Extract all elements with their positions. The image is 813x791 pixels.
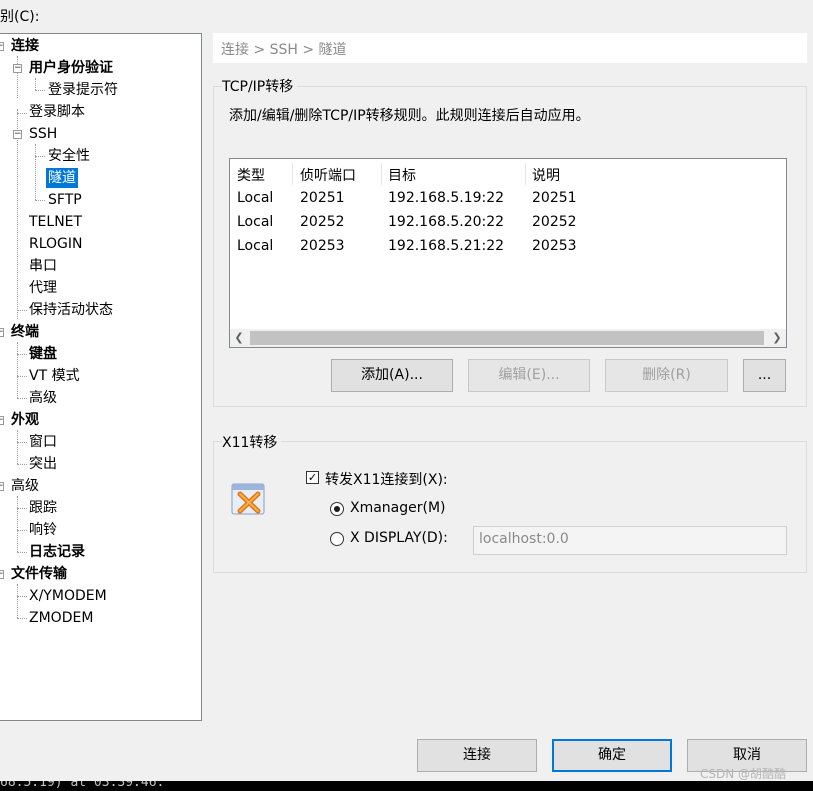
table-cell[interactable]: 192.168.5.20:22 — [388, 214, 504, 230]
collapse-icon[interactable]: − — [13, 130, 22, 139]
table-cell[interactable]: 20251 — [532, 190, 577, 206]
add-button[interactable]: 添加(A)... — [331, 359, 453, 392]
scroll-thumb[interactable] — [250, 331, 764, 345]
tree-item-appearance[interactable]: 外观 — [11, 410, 39, 430]
tree-item-terminal[interactable]: 终端 — [11, 322, 39, 342]
edit-button[interactable]: 编辑(E)... — [468, 359, 590, 392]
breadcrumb: 连接 > SSH > 隧道 — [213, 33, 807, 63]
xdisplay-input[interactable]: localhost:0.0 — [473, 526, 787, 555]
tree-item-serial[interactable]: 串口 — [29, 256, 57, 276]
collapse-icon[interactable]: − — [0, 328, 4, 337]
tree-item-proxy[interactable]: 代理 — [29, 278, 57, 298]
tree-item-zmodem[interactable]: ZMODEM — [29, 608, 93, 628]
tree-item-authentication[interactable]: 用户身份验证 — [29, 58, 113, 78]
tcp-description: 添加/编辑/删除TCP/IP转移规则。此规则连接后自动应用。 — [229, 108, 590, 124]
xdisplay-label[interactable]: X DISPLAY(D): — [350, 530, 448, 546]
table-cell[interactable]: 192.168.5.21:22 — [388, 238, 504, 254]
column-header-destination[interactable]: 目标 — [388, 165, 416, 185]
table-cell[interactable]: Local — [237, 190, 273, 206]
tree-item-telnet[interactable]: TELNET — [29, 212, 82, 232]
xmanager-icon — [229, 480, 269, 520]
collapse-icon[interactable]: − — [0, 570, 4, 579]
table-cell[interactable]: 20253 — [532, 238, 577, 254]
scroll-right-icon[interactable]: ❯ — [768, 329, 786, 347]
tree-item-sftp[interactable]: SFTP — [48, 190, 82, 210]
column-header-description[interactable]: 说明 — [532, 165, 560, 185]
tree-item-file-transfer[interactable]: 文件传输 — [11, 564, 67, 584]
forward-x11-label[interactable]: 转发X11连接到(X): — [325, 469, 448, 489]
tree-item-login-prompts[interactable]: 登录提示符 — [48, 80, 118, 100]
connect-button[interactable]: 连接 — [417, 739, 537, 772]
table-cell[interactable]: Local — [237, 214, 273, 230]
table-cell[interactable]: 20252 — [300, 214, 345, 230]
tree-item-rlogin[interactable]: RLOGIN — [29, 234, 83, 254]
terminal-text: 68.5.19) at 03:39:46. — [0, 781, 165, 790]
tree-item-vt-modes[interactable]: VT 模式 — [29, 366, 80, 386]
category-label: 别(C): — [0, 9, 40, 25]
tree-item-bell[interactable]: 响铃 — [29, 520, 57, 540]
tree-item-keep-alive[interactable]: 保持活动状态 — [29, 300, 113, 320]
more-button[interactable]: ... — [743, 359, 786, 392]
tree-item-connection[interactable]: 连接 — [11, 36, 39, 56]
forward-x11-checkbox[interactable]: ✓ — [306, 471, 319, 484]
xmanager-label[interactable]: Xmanager(M) — [350, 500, 446, 516]
tree-item-ssh[interactable]: SSH — [29, 124, 57, 144]
tree-item-advanced[interactable]: 高级 — [11, 476, 39, 496]
terminal-background: 68.5.19) at 03:39:46. — [0, 781, 813, 791]
tree-item-trace[interactable]: 跟踪 — [29, 498, 57, 518]
ok-button[interactable]: 确定 — [552, 739, 672, 772]
category-tree[interactable]: − − − − − − − 连接 用户身份验证 登录提示符 登录脚本 SSH 安… — [0, 33, 202, 721]
tree-item-keyboard[interactable]: 键盘 — [29, 344, 57, 364]
table-cell[interactable]: 20251 — [300, 190, 345, 206]
tree-item-tunneling[interactable]: 隧道 — [46, 168, 78, 188]
table-cell[interactable]: 20252 — [532, 214, 577, 230]
forwarding-rules-list[interactable]: 类型 侦听端口 目标 说明 Local 20251 192.168.5.19:2… — [229, 158, 787, 348]
tree-item-login-scripts[interactable]: 登录脚本 — [29, 102, 85, 122]
delete-button[interactable]: 删除(R) — [605, 359, 728, 392]
x11-group-title: X11转移 — [222, 432, 282, 452]
tree-item-logging[interactable]: 日志记录 — [29, 542, 85, 562]
tree-item-window[interactable]: 窗口 — [29, 432, 57, 452]
horizontal-scrollbar[interactable]: ❮ ❯ — [230, 329, 786, 347]
tree-item-terminal-advanced[interactable]: 高级 — [29, 388, 57, 408]
table-cell[interactable]: Local — [237, 238, 273, 254]
scroll-left-icon[interactable]: ❮ — [230, 329, 248, 347]
column-header-type[interactable]: 类型 — [237, 165, 265, 185]
table-cell[interactable]: 20253 — [300, 238, 345, 254]
tree-item-security[interactable]: 安全性 — [48, 146, 90, 166]
collapse-icon[interactable]: − — [0, 416, 4, 425]
watermark: CSDN @胡酷酷 — [700, 767, 787, 781]
table-cell[interactable]: 192.168.5.19:22 — [388, 190, 504, 206]
tree-item-xymodem[interactable]: X/YMODEM — [29, 586, 107, 606]
tree-item-highlight[interactable]: 突出 — [29, 454, 57, 474]
collapse-icon[interactable]: − — [13, 64, 22, 73]
column-header-listen-port[interactable]: 侦听端口 — [300, 165, 356, 185]
collapse-icon[interactable]: − — [0, 482, 4, 491]
xmanager-radio[interactable] — [330, 502, 344, 516]
tcp-group-title: TCP/IP转移 — [222, 76, 298, 96]
collapse-icon[interactable]: − — [0, 42, 4, 51]
xdisplay-radio[interactable] — [330, 532, 344, 546]
